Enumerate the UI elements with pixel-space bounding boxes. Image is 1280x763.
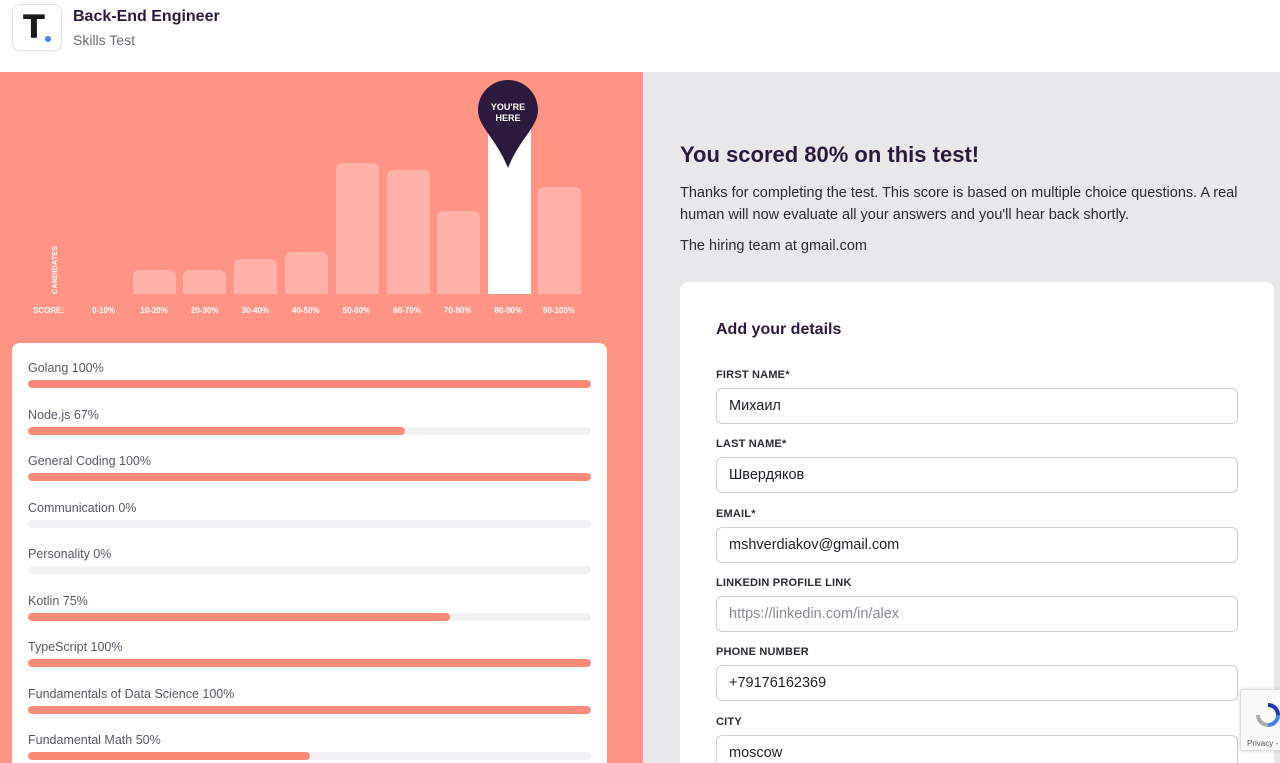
skill-label: TypeScript 100% xyxy=(28,640,123,654)
score-description: Thanks for completing the test. This sco… xyxy=(680,185,1238,223)
skill-row: Kotlin 75% xyxy=(28,594,591,634)
hiring-team-signature: The hiring team at gmail.com xyxy=(680,238,867,254)
skill-progress-bar xyxy=(28,473,591,481)
chart-bar xyxy=(285,252,329,294)
skill-progress-fill xyxy=(28,380,591,388)
city-input[interactable] xyxy=(716,734,1238,763)
linkedin-url-input[interactable] xyxy=(716,595,1238,632)
details-panel: You scored 80% on this test! Thanks for … xyxy=(643,72,1280,763)
skill-row: Communication 0% xyxy=(28,501,591,541)
skill-progress-fill xyxy=(28,426,406,435)
you-are-here-pin-icon xyxy=(478,80,538,168)
skill-progress-fill xyxy=(28,473,591,481)
skill-row: Node.js 67% xyxy=(28,408,591,448)
chart-bar xyxy=(132,270,176,294)
job-title: Back-End Engineer xyxy=(73,8,220,25)
recaptcha-privacy-link[interactable]: Privacy - xyxy=(1247,739,1278,748)
recaptcha-badge[interactable]: Privacy - xyxy=(1240,689,1280,751)
skill-progress-bar xyxy=(28,705,591,714)
linkedin-url-label: LINKEDIN PROFILE LINK xyxy=(716,576,852,589)
skill-progress-fill xyxy=(28,705,591,714)
skill-label: Golang 100% xyxy=(28,361,104,375)
email-input[interactable] xyxy=(716,526,1238,563)
score-heading: You scored 80% on this test! xyxy=(680,142,980,167)
skill-progress-bar xyxy=(28,426,591,435)
skill-progress-fill xyxy=(28,612,451,621)
skill-progress-bar xyxy=(28,519,591,528)
last-name-label: LAST NAME* xyxy=(716,438,787,451)
chart-bar xyxy=(183,270,227,294)
skill-progress-bar xyxy=(28,566,591,574)
skill-progress-bar xyxy=(28,659,591,667)
chart-bar xyxy=(336,163,379,294)
skill-label: Personality 0% xyxy=(28,547,112,561)
last-name-input[interactable] xyxy=(716,457,1238,494)
skill-label: Fundamentals of Data Science 100% xyxy=(28,686,235,701)
skill-row: Personality 0% xyxy=(28,547,591,587)
skill-label: Node.js 67% xyxy=(28,407,99,422)
chart-bar xyxy=(386,170,430,294)
phone-number-input[interactable] xyxy=(716,665,1238,702)
chart-x-label: SCORE: xyxy=(33,306,65,315)
skill-progress-bar xyxy=(28,752,591,760)
first-name-input[interactable] xyxy=(716,388,1238,424)
skill-row: Golang 100% xyxy=(28,361,591,401)
results-panel: CANDIDATES SCORE: 0-10% 10-20% 20-30% 30-40… xyxy=(0,72,643,763)
skill-label: Fundamental Math 50% xyxy=(28,733,161,747)
score-distribution-chart: CANDIDATES SCORE: 0-10% 10-20% 20-30% 30-40… xyxy=(0,72,643,332)
skill-label: Communication 0% xyxy=(28,500,137,515)
skill-row: TypeScript 100% xyxy=(28,640,591,680)
chart-y-label: CANDIDATES xyxy=(52,245,59,294)
chart-bar xyxy=(538,187,582,294)
app-header: T Back-End Engineer Skills Test xyxy=(0,0,1280,72)
form-title: Add your details xyxy=(716,321,842,338)
skill-row: General Coding 100% xyxy=(28,454,591,494)
skills-breakdown-card: Golang 100% Node.js 67% General Coding 100… xyxy=(12,343,607,763)
city-label: CITY xyxy=(716,715,742,728)
logo-dot-icon xyxy=(45,36,51,42)
logo-letter: T xyxy=(23,8,45,46)
phone-number-label: PHONE NUMBER xyxy=(716,646,809,659)
skill-progress-fill xyxy=(28,752,310,760)
email-label: EMAIL* xyxy=(716,507,756,520)
job-subtitle: Skills Test xyxy=(73,32,135,48)
recaptcha-icon xyxy=(1256,703,1280,727)
skill-progress-bar xyxy=(28,612,591,621)
first-name-label: FIRST NAME* xyxy=(716,369,790,381)
skill-progress-fill xyxy=(28,659,591,667)
skill-label: General Coding 100% xyxy=(28,454,151,468)
details-form: Add your details FIRST NAME* LAST NAME* EM… xyxy=(680,282,1274,763)
skill-row: Fundamental Math 50% xyxy=(28,733,591,763)
skill-progress-bar xyxy=(28,380,591,388)
chart-bar xyxy=(437,211,481,294)
chart-tick-label: 90-100% xyxy=(542,306,575,315)
skill-label: Kotlin 75% xyxy=(28,593,88,608)
you-are-here-label: YOU'RE HERE xyxy=(490,102,526,123)
skill-row: Fundamentals of Data Science 100% xyxy=(28,687,591,727)
chart-bar xyxy=(233,259,277,294)
company-logo: T xyxy=(12,4,62,51)
